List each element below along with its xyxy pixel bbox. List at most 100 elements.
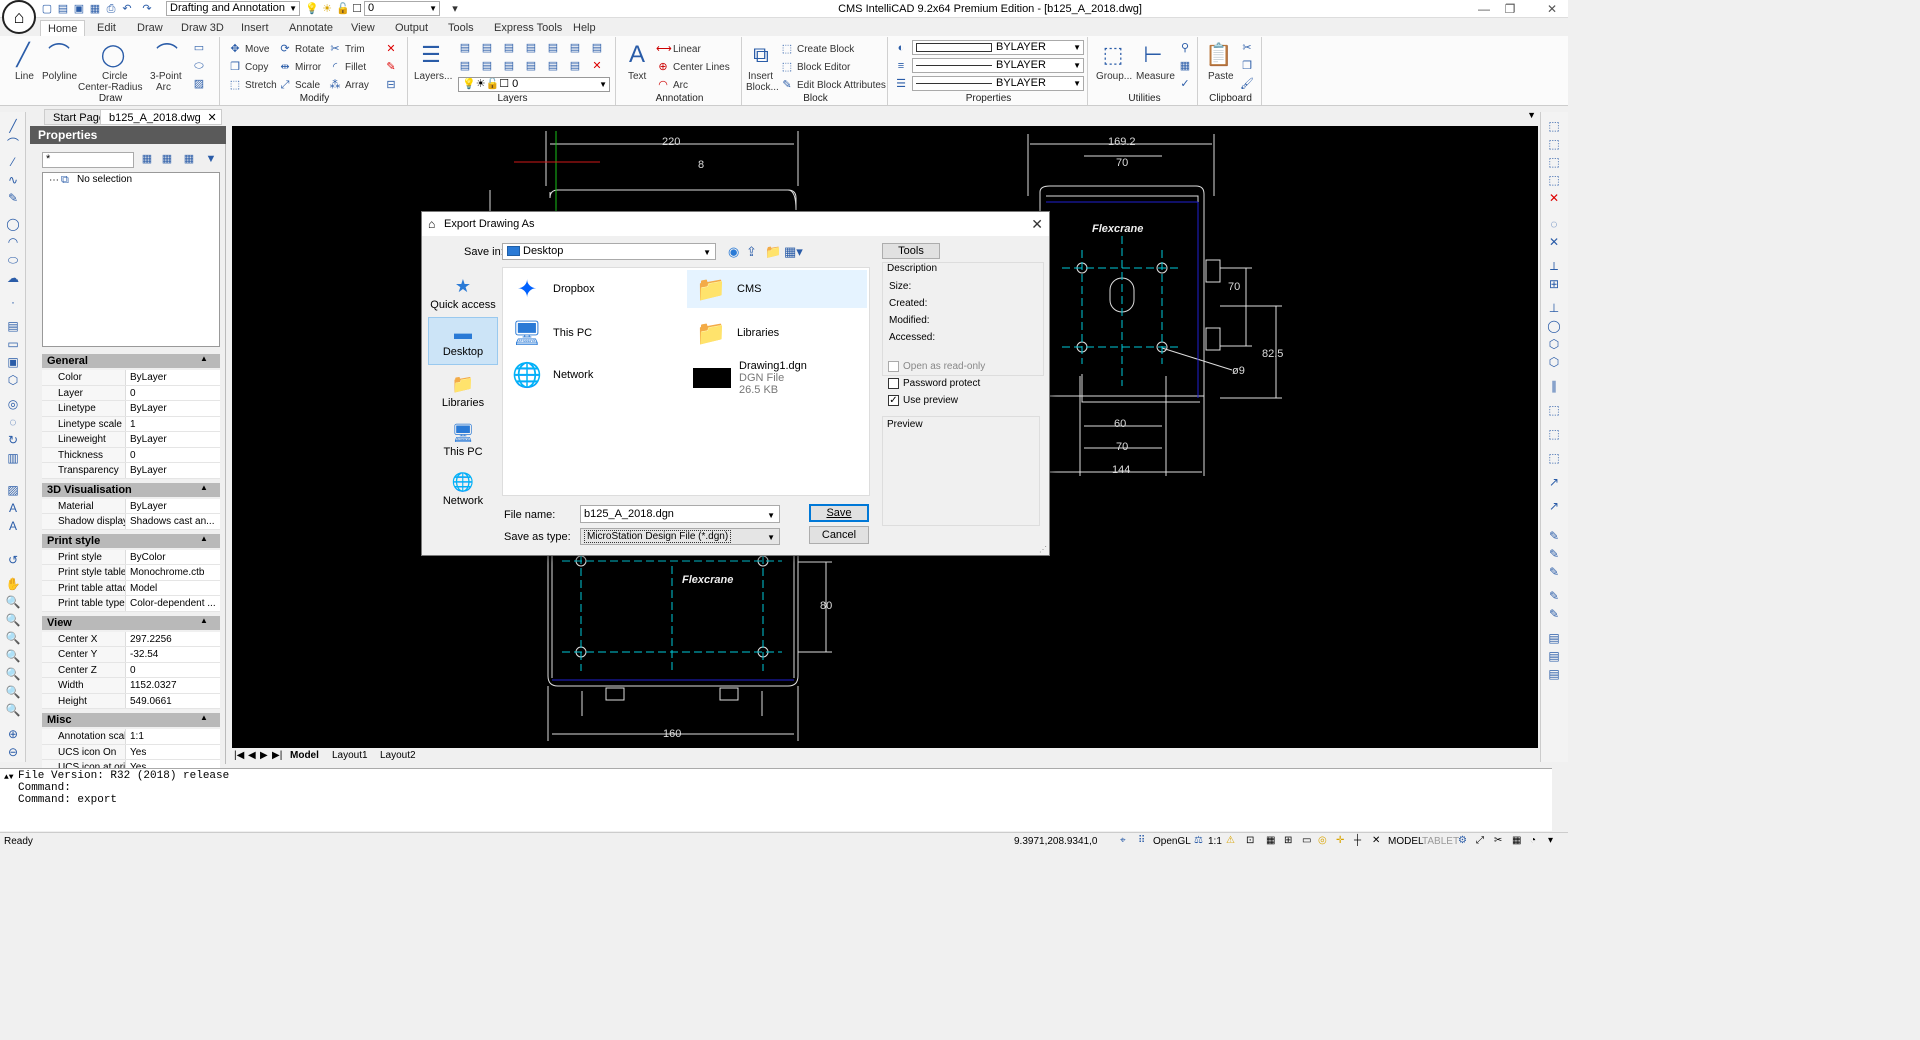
match-props-icon[interactable]: 🖌 <box>1240 77 1254 91</box>
insert-block-icon[interactable]: ⧉ <box>746 41 776 69</box>
sun-icon[interactable]: ☀ <box>320 2 334 16</box>
file-item-libraries[interactable]: 📁 Libraries <box>687 314 867 352</box>
select-objects-icon[interactable]: ▦ <box>160 152 174 166</box>
close-tab-icon[interactable]: ✕ <box>208 110 217 126</box>
close-icon[interactable]: ✕ <box>1031 216 1043 233</box>
property-row[interactable]: Material ByLayer <box>42 498 220 514</box>
property-row[interactable]: Linetype scale 1 <box>42 416 220 432</box>
section-vis3d[interactable]: 3D Visualisation <box>42 482 220 497</box>
snap-list-icon[interactable]: ▤ <box>1546 648 1562 664</box>
explode-icon[interactable]: ✎ <box>384 60 398 74</box>
layer-combo[interactable]: 0 ▼ <box>364 1 440 16</box>
snap-insert-icon[interactable]: ⊞ <box>1546 276 1562 292</box>
workspace-combo[interactable]: Drafting and Annotation ▼ <box>166 1 300 16</box>
property-row[interactable]: Width 1152.0327 <box>42 678 220 694</box>
status-tablet[interactable]: TABLET <box>1422 836 1459 847</box>
color-swatch-icon[interactable]: ☐ <box>350 2 364 16</box>
property-row[interactable]: Center Y -32.54 <box>42 647 220 663</box>
property-row[interactable]: Lineweight ByLayer <box>42 432 220 448</box>
snap-endpoint-icon[interactable]: ⬚ <box>1546 118 1562 134</box>
file-item-drawing1[interactable]: Drawing1.dgn DGN File 26.5 KB <box>687 356 867 400</box>
new-folder-icon[interactable]: 📁 <box>765 244 781 260</box>
region-tool-icon[interactable]: ▣ <box>5 354 21 370</box>
resize-grip-icon[interactable]: ⋰ <box>1039 545 1047 554</box>
property-row[interactable]: Center Z0 <box>42 662 220 678</box>
preview-checkbox[interactable]: ✓ Use preview <box>888 395 958 406</box>
zoom-window-icon[interactable]: 🔍 <box>5 612 21 628</box>
snap-clear-icon[interactable]: ✕ <box>1546 190 1562 206</box>
block-editor-button[interactable]: ⬚ Block Editor <box>780 60 851 74</box>
line-tool-icon[interactable]: ╱ <box>5 118 21 134</box>
section-general[interactable]: General <box>42 354 220 368</box>
polyline-icon[interactable]: ⌒ <box>44 41 74 69</box>
annotate-vis-icon[interactable]: ⚠ <box>1226 835 1235 846</box>
revision-tool-icon[interactable]: ↻ <box>5 432 21 448</box>
paste-icon[interactable]: 📋 <box>1204 41 1234 69</box>
lwt-status-icon[interactable]: ┼ <box>1354 835 1361 846</box>
selection-filter-input[interactable]: * <box>42 152 134 168</box>
create-block-button[interactable]: ⬚ Create Block <box>780 42 854 56</box>
place-libraries[interactable]: 📁 Libraries <box>428 369 498 417</box>
arc-dim-button[interactable]: ◠ Arc <box>656 78 688 92</box>
grid-toggle-icon[interactable]: ⠿ <box>1138 835 1145 846</box>
selection-tree[interactable]: ⋯ ⧉ No selection <box>42 172 220 347</box>
lineweight-icon[interactable]: ☰ <box>894 77 908 91</box>
property-value[interactable]: -32.54 <box>126 647 220 662</box>
group-button[interactable]: Group... <box>1096 71 1132 82</box>
status-scale[interactable]: 1:1 <box>1208 836 1222 847</box>
fullscreen-icon[interactable]: ⤢ <box>1476 835 1484 846</box>
tab-output[interactable]: Output <box>388 20 435 36</box>
layer-tool-icon[interactable]: ▤ <box>568 59 582 73</box>
layer-tool-icon[interactable]: ▤ <box>546 41 560 55</box>
tab-draw[interactable]: Draw <box>130 20 170 36</box>
zoom-minus-icon[interactable]: ⊖ <box>5 744 21 760</box>
layer-tool-icon[interactable]: ▤ <box>502 41 516 55</box>
ellipse-icon[interactable]: ⬭ <box>192 59 206 73</box>
snap-parallel-icon[interactable]: ∥ <box>1546 378 1562 394</box>
cloud-tool-icon[interactable]: ☁ <box>5 270 21 286</box>
ray-tool-icon[interactable]: ⁄ <box>5 154 21 170</box>
check-icon[interactable]: ✓ <box>1178 77 1192 91</box>
clean-screen-icon[interactable]: ▦ <box>1512 835 1521 846</box>
tab-edit[interactable]: Edit <box>90 20 123 36</box>
move-button[interactable]: ✥ Move <box>228 42 269 56</box>
tab-model[interactable]: Model <box>290 749 319 763</box>
ortho-status-icon[interactable]: ⊞ <box>1284 835 1292 846</box>
circle-icon[interactable]: ◯ <box>98 41 128 69</box>
zoom-prev-icon[interactable]: 🔍 <box>5 630 21 646</box>
property-value[interactable]: Model <box>126 581 220 596</box>
snap-node2-icon[interactable]: ⬚ <box>1546 402 1562 418</box>
place-desktop[interactable]: ▬ Desktop <box>428 317 498 365</box>
saveas-icon[interactable]: ▦ <box>88 2 102 16</box>
rect-tool-icon[interactable]: ▭ <box>5 336 21 352</box>
redo-icon[interactable]: ↷ <box>140 2 154 16</box>
color-combo[interactable]: BYLAYER ▼ <box>912 40 1084 55</box>
ribbon-layer-combo[interactable]: 💡☀🔓☐ 0 ▼ <box>458 77 610 92</box>
property-value[interactable]: Yes <box>126 745 220 760</box>
snap-nearest-icon[interactable]: ⬡ <box>1546 336 1562 352</box>
tab-insert[interactable]: Insert <box>234 20 276 36</box>
settings-icon[interactable]: ⚙ <box>1458 835 1467 846</box>
lineweight-combo[interactable]: BYLAYER ▼ <box>912 76 1084 91</box>
pan-tool-icon[interactable]: ✋ <box>5 576 21 592</box>
toggle-pickadd-icon[interactable]: ▦ <box>182 152 196 166</box>
snap-ortho-icon[interactable]: ↗ <box>1546 498 1562 514</box>
file-item-cms[interactable]: 📁 CMS <box>687 270 867 308</box>
grid-icon[interactable]: ▦ <box>1178 59 1192 73</box>
layer-tool-icon[interactable]: ▤ <box>458 59 472 73</box>
spline-tool-icon[interactable]: ∿ <box>5 172 21 188</box>
snap-polar-icon[interactable]: ↗ <box>1546 474 1562 490</box>
save-icon[interactable]: ▣ <box>72 2 86 16</box>
print-icon[interactable]: ⎙ <box>104 2 118 16</box>
erase-icon[interactable]: ✕ <box>384 42 398 56</box>
readonly-checkbox[interactable]: Open as read-only <box>888 361 985 372</box>
line-icon[interactable]: ╱ <box>8 41 38 69</box>
regen-tool-icon[interactable]: ↺ <box>5 552 21 568</box>
layer-tool-icon[interactable]: ▤ <box>502 59 516 73</box>
layer-tool-icon[interactable]: ▤ <box>524 41 538 55</box>
property-value[interactable]: 297.2256 <box>126 632 220 647</box>
last-layout-icon[interactable]: ▶| <box>272 749 282 763</box>
view-menu-icon[interactable]: ▦▾ <box>784 244 803 260</box>
measure-button[interactable]: Measure <box>1136 71 1175 82</box>
lock-icon[interactable]: 🔓 <box>336 2 350 16</box>
